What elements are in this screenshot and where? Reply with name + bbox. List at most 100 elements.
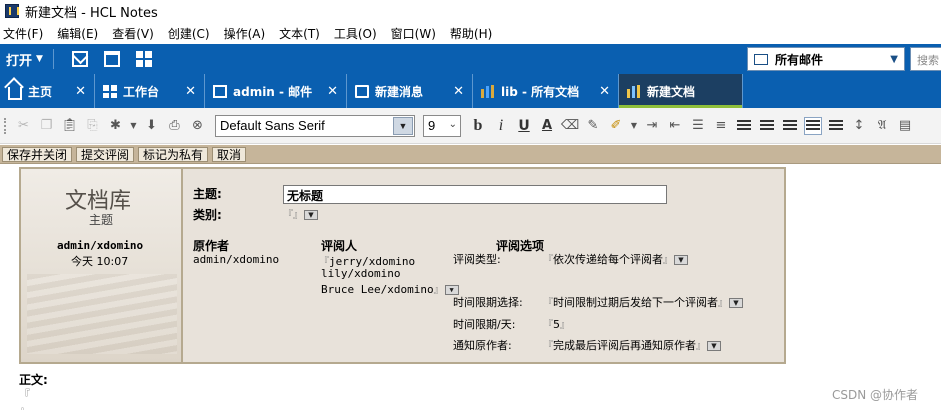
print-icon[interactable]: ⎙	[166, 117, 184, 135]
eraser-icon[interactable]: ⌫	[561, 117, 579, 135]
menu-create[interactable]: 创建(C)	[167, 25, 217, 42]
field-bracket-close: 』	[293, 210, 303, 221]
open-envelope-icon	[355, 84, 369, 98]
tab-lib-all-documents[interactable]: lib - 所有文档 ✕	[473, 74, 619, 108]
notify-author-field[interactable]: 『完成最后评阅后再通知原作者』 ▼	[543, 337, 721, 353]
line-spacing-icon[interactable]: ↕	[850, 117, 868, 135]
time-limit-days-field[interactable]: 『5』	[543, 316, 570, 331]
hcl-notes-app-icon	[5, 4, 19, 18]
field-bracket-open: 『	[19, 388, 30, 401]
lines-glyph	[829, 119, 843, 132]
bullet-list-icon[interactable]: ☰	[689, 117, 707, 135]
close-icon[interactable]: ✕	[453, 84, 464, 99]
font-size-value: 9	[428, 118, 436, 133]
pencil-icon[interactable]: ✎	[584, 117, 602, 135]
mail-icon[interactable]	[71, 51, 88, 67]
align-center-icon[interactable]	[758, 117, 776, 135]
italic-icon[interactable]: i	[492, 117, 510, 135]
title-bar: 新建文档 - HCL Notes	[0, 0, 941, 22]
body-field[interactable]: 『』	[19, 386, 30, 410]
category-field[interactable]: 『』 ▼	[283, 206, 318, 221]
field-bracket-close: 』	[663, 255, 673, 266]
tab-admin-mail[interactable]: admin - 邮件 ✕	[205, 74, 347, 108]
mark-private-button[interactable]: 标记为私有	[138, 146, 209, 162]
align-justify-icon[interactable]	[781, 117, 799, 135]
field-bracket-open: 『	[543, 255, 553, 266]
close-icon[interactable]: ✕	[327, 84, 338, 99]
underline-icon[interactable]: U	[515, 117, 533, 135]
chevron-down-icon[interactable]: ▼	[630, 117, 638, 135]
menu-text[interactable]: 文本(T)	[278, 25, 327, 42]
cancel-button[interactable]: 取消	[212, 146, 247, 162]
search-input[interactable]: 搜索	[910, 47, 941, 71]
indent-icon[interactable]: ⇥	[643, 117, 661, 135]
chevron-down-icon[interactable]: ▼	[130, 117, 138, 135]
text-color-icon[interactable]: A	[538, 117, 556, 135]
menu-view[interactable]: 查看(V)	[111, 25, 161, 42]
notify-author-label: 通知原作者:	[453, 339, 512, 352]
lines-glyph	[737, 119, 751, 132]
bold-icon[interactable]: b	[469, 117, 487, 135]
highlighter-icon[interactable]: ✐	[607, 117, 625, 135]
save-and-close-button[interactable]: 保存并关闭	[2, 146, 73, 162]
tab-workspace[interactable]: 工作台 ✕	[95, 74, 205, 108]
font-family-select[interactable]: Default Sans Serif ▼	[215, 114, 415, 137]
copy-icon[interactable]: ❐	[38, 117, 56, 135]
cut-icon[interactable]: ✂	[15, 117, 33, 135]
menu-window[interactable]: 窗口(W)	[390, 25, 443, 42]
field-bracket-open: 『	[543, 320, 553, 331]
toolbar-grip[interactable]	[4, 117, 8, 134]
outdent-icon[interactable]: ⇤	[666, 117, 684, 135]
style-icon[interactable]: ▤	[896, 117, 914, 135]
envelope-icon	[754, 53, 768, 65]
text-properties-icon[interactable]: 𝔄	[873, 117, 891, 135]
apps-grid-icon[interactable]	[135, 51, 152, 67]
menu-edit[interactable]: 编辑(E)	[56, 25, 105, 42]
chevron-down-icon[interactable]: ▼	[393, 116, 413, 135]
menu-actions[interactable]: 操作(A)	[223, 25, 273, 42]
tab-home[interactable]: 主页 ✕	[0, 74, 95, 108]
menu-help[interactable]: 帮助(H)	[449, 25, 499, 42]
calendar-icon[interactable]	[103, 51, 120, 67]
paste-special-icon[interactable]: ⎘	[84, 117, 102, 135]
numbered-list-icon[interactable]: ≡	[712, 117, 730, 135]
paste-icon[interactable]: 📋︎	[61, 117, 79, 135]
tab-label: 工作台	[123, 84, 160, 99]
submit-review-button[interactable]: 提交评阅	[76, 146, 135, 162]
action-bar: 打开 ▼ 所有邮件 ▼ 搜索	[0, 44, 941, 74]
align-right-icon[interactable]	[827, 117, 845, 135]
review-type-value: 依次传递给每个评阅者	[553, 253, 663, 266]
font-size-select[interactable]: 9 ⌄	[423, 114, 461, 137]
chevron-down-icon[interactable]: ▼	[707, 341, 721, 351]
close-icon[interactable]: ✕	[75, 84, 86, 99]
menu-tools[interactable]: 工具(O)	[333, 25, 384, 42]
create-icon[interactable]: ✱	[107, 117, 125, 135]
align-left-icon[interactable]	[735, 117, 753, 135]
subject-label: 主题:	[193, 187, 222, 201]
chevron-down-icon: ⌄	[448, 118, 457, 130]
workspace-icon	[103, 84, 117, 98]
mailbox-selector[interactable]: 所有邮件 ▼	[747, 47, 905, 71]
chevron-down-icon[interactable]: ▼	[304, 210, 318, 220]
chevron-down-icon: ▼	[36, 54, 43, 64]
stop-icon[interactable]: ⊗	[189, 117, 207, 135]
close-icon[interactable]: ✕	[599, 84, 610, 99]
subject-input[interactable]: 无标题	[283, 185, 667, 204]
time-limit-choice-field[interactable]: 『时间限制过期后发给下一个评阅者』 ▼	[543, 294, 743, 310]
header-time: 今天 10:07	[71, 255, 129, 268]
chevron-down-icon[interactable]: ▼	[674, 255, 688, 265]
chevron-down-icon[interactable]: ▼	[729, 298, 743, 308]
reviewers-field-last[interactable]: Bruce Lee/xdomino』 ▼	[321, 281, 459, 296]
lines-glyph	[760, 119, 774, 132]
review-type-field[interactable]: 『依次传递给每个评阅者』 ▼	[543, 251, 688, 267]
open-button[interactable]: 打开 ▼	[6, 50, 43, 69]
reviewers-field[interactable]: 『jerry/xdomino	[319, 253, 415, 268]
align-full-icon[interactable]	[804, 116, 822, 135]
tab-new-message[interactable]: 新建消息 ✕	[347, 74, 473, 108]
document-action-bar: 保存并关闭 提交评阅 标记为私有 取消	[0, 145, 941, 164]
save-icon[interactable]: ⬇	[143, 117, 161, 135]
menu-file[interactable]: 文件(F)	[2, 25, 50, 42]
close-icon[interactable]: ✕	[185, 84, 196, 99]
tab-new-document[interactable]: 新建文档	[619, 74, 743, 108]
library-subtitle: 主题	[89, 213, 114, 227]
